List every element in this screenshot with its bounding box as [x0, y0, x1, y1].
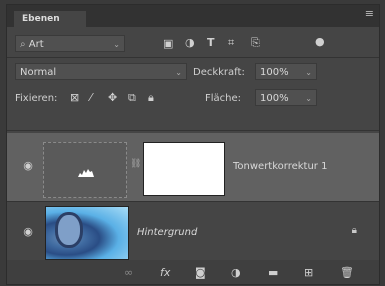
- chain-link-icon[interactable]: ⛓︎: [130, 159, 141, 169]
- folder-icon[interactable]: ▬: [268, 266, 278, 279]
- link-icon[interactable]: ∞: [124, 266, 133, 279]
- background-thumbnail[interactable]: [45, 206, 129, 260]
- filter-toggle-icon[interactable]: ●: [315, 35, 325, 48]
- filter-row: ⌕ Art ⌄ ▣ ◑ T ⌗ ⎘ ●: [7, 33, 379, 55]
- fill-label: Fläche:: [205, 93, 242, 104]
- filter-kind-select[interactable]: ⌕ Art ⌄: [15, 35, 125, 52]
- adjustment-icon[interactable]: ◑: [231, 266, 241, 279]
- layer-row-hintergrund[interactable]: ◉ Hintergrund 🔒︎: [7, 201, 379, 269]
- blend-mode-select[interactable]: Normal ⌄: [15, 63, 187, 80]
- fill-value: 100%: [260, 93, 289, 104]
- lock-icon[interactable]: 🔒︎: [352, 225, 357, 236]
- chevron-down-icon: ⌄: [305, 94, 312, 103]
- image-icon[interactable]: ▣: [163, 37, 173, 50]
- lock-row: Fixieren: ⊠ ⁄ ✥ ⧉ 🔒︎ Fläche: 100% ⌄: [7, 87, 379, 109]
- lock-position-icon[interactable]: ✥: [108, 91, 117, 104]
- filter-kind-label: Art: [28, 39, 44, 50]
- chevron-down-icon: ⌄: [305, 68, 312, 77]
- type-icon[interactable]: T: [207, 36, 215, 49]
- lock-label: Fixieren:: [15, 93, 58, 104]
- histogram-icon: [78, 169, 94, 177]
- panel-tabbar: Ebenen ≡: [7, 5, 379, 28]
- lock-pixels-icon[interactable]: ⊠: [70, 91, 79, 104]
- divider: [7, 130, 379, 131]
- lock-artboard-icon[interactable]: ⧉: [128, 91, 136, 105]
- search-icon: ⌕: [20, 39, 29, 50]
- layers-panel: Ebenen ≡ ⌕ Art ⌄ ▣ ◑ T ⌗ ⎘ ● Normal ⌄ De…: [6, 4, 380, 285]
- chevron-down-icon: ⌄: [113, 40, 120, 49]
- eye-icon[interactable]: ◉: [21, 225, 35, 238]
- bottom-toolbar: ∞ fx ◙ ◑ ▬ ⊞ 🗑︎: [7, 260, 379, 284]
- blend-mode-value: Normal: [20, 67, 57, 78]
- adjustment-thumbnail[interactable]: [43, 142, 127, 198]
- smartobject-icon[interactable]: ⎘: [251, 36, 260, 50]
- adjustment-circle-icon[interactable]: ◑: [185, 36, 195, 49]
- layers-tab[interactable]: Ebenen: [14, 11, 86, 28]
- hamburger-icon[interactable]: ≡: [365, 8, 374, 19]
- eye-icon[interactable]: ◉: [21, 159, 35, 172]
- mask-icon[interactable]: ◙: [195, 266, 206, 279]
- layer-name[interactable]: Hintergrund: [137, 227, 197, 238]
- lock-all-icon[interactable]: 🔒︎: [148, 91, 154, 105]
- layer-name[interactable]: Tonwertkorrektur 1: [233, 161, 327, 172]
- fx-icon[interactable]: fx: [160, 266, 170, 279]
- opacity-label: Deckkraft:: [193, 67, 245, 78]
- lock-brush-icon[interactable]: ⁄: [90, 91, 92, 104]
- new-layer-icon[interactable]: ⊞: [304, 266, 313, 279]
- opacity-input[interactable]: 100% ⌄: [255, 63, 317, 80]
- opacity-value: 100%: [260, 67, 289, 78]
- transform-icon[interactable]: ⌗: [228, 36, 234, 50]
- mask-thumbnail[interactable]: [143, 142, 225, 196]
- fill-input[interactable]: 100% ⌄: [255, 89, 317, 106]
- divider: [7, 57, 379, 58]
- blend-row: Normal ⌄ Deckkraft: 100% ⌄: [7, 61, 379, 83]
- chevron-down-icon: ⌄: [175, 68, 182, 77]
- trash-icon[interactable]: 🗑︎: [340, 266, 354, 279]
- layer-row-tonwertkorrektur[interactable]: ◉ ⛓︎ Tonwertkorrektur 1: [7, 133, 379, 201]
